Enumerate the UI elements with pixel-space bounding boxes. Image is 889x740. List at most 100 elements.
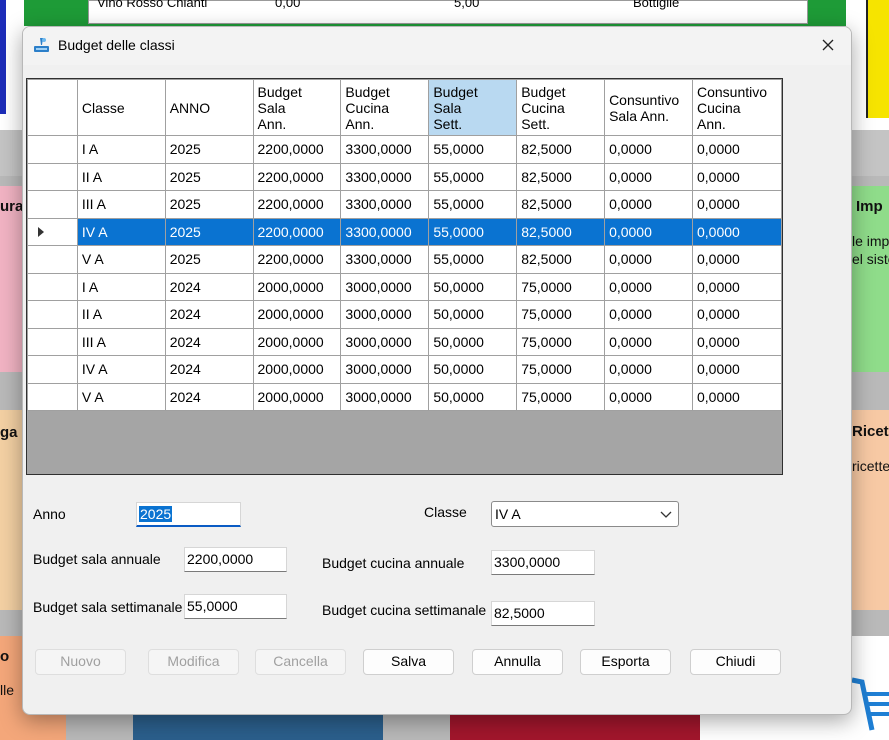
table-cell[interactable]: 0,0000 <box>604 217 693 246</box>
table-row[interactable]: II A 2024 2000,0000 3000,0000 50,0000 75,0000… <box>27 300 782 329</box>
budget-cucina-settimanale-input[interactable]: 82,5000 <box>491 601 595 626</box>
table-cell[interactable]: 3300,0000 <box>340 217 430 246</box>
table-cell[interactable]: 50,0000 <box>428 300 518 329</box>
table-cell[interactable]: 55,0000 <box>428 217 518 246</box>
table-cell[interactable]: 2000,0000 <box>252 382 342 411</box>
table-cell[interactable]: 0,0000 <box>692 245 782 274</box>
budget-sala-annuale-input[interactable]: 2200,0000 <box>184 547 287 572</box>
table-cell[interactable]: 3300,0000 <box>340 162 430 191</box>
row-header[interactable] <box>27 355 78 384</box>
table-cell[interactable]: 2025 <box>164 190 254 219</box>
column-header[interactable]: Budget Sala Ann. <box>252 79 342 136</box>
close-button[interactable] <box>805 27 851 63</box>
budget-grid[interactable]: Classe ANNO Budget Sala Ann. Budget Cucina Ann.… <box>26 78 783 475</box>
table-cell[interactable]: I A <box>76 272 166 301</box>
column-header[interactable]: Budget Cucina Sett. <box>516 79 606 136</box>
table-cell[interactable]: 0,0000 <box>692 327 782 356</box>
esporta-button[interactable]: Esporta <box>580 649 671 675</box>
table-cell[interactable]: 50,0000 <box>428 272 518 301</box>
table-cell[interactable]: 2200,0000 <box>252 217 342 246</box>
table-row[interactable]: V A 2025 2200,0000 3300,0000 55,0000 82,5000 0… <box>27 245 782 274</box>
table-cell[interactable]: III A <box>76 190 166 219</box>
anno-input[interactable]: 2025 <box>136 502 241 527</box>
table-cell[interactable]: II A <box>76 300 166 329</box>
chiudi-button[interactable]: Chiudi <box>690 649 781 675</box>
column-header[interactable]: Consuntivo Sala Ann. <box>604 79 693 136</box>
table-cell[interactable]: 2000,0000 <box>252 355 342 384</box>
table-cell[interactable]: 82,5000 <box>516 190 606 219</box>
column-header[interactable]: ANNO <box>164 79 254 136</box>
table-cell[interactable]: 3300,0000 <box>340 190 430 219</box>
table-cell[interactable]: 2000,0000 <box>252 272 342 301</box>
column-header[interactable]: Budget Sala Sett. <box>428 79 518 136</box>
cancella-button[interactable]: Cancella <box>255 649 346 675</box>
table-row[interactable]: III A 2024 2000,0000 3000,0000 50,0000 75,000… <box>27 327 782 356</box>
table-row[interactable]: II A 2025 2200,0000 3300,0000 55,0000 82,5000… <box>27 162 782 191</box>
row-header[interactable] <box>27 272 78 301</box>
table-cell[interactable]: 55,0000 <box>428 162 518 191</box>
table-cell[interactable]: 3000,0000 <box>340 355 430 384</box>
table-cell[interactable]: 0,0000 <box>692 300 782 329</box>
table-row[interactable]: I A 2024 2000,0000 3000,0000 50,0000 75,0000 0… <box>27 272 782 301</box>
table-cell[interactable]: 0,0000 <box>692 217 782 246</box>
table-cell[interactable]: 0,0000 <box>604 355 693 384</box>
budget-cucina-annuale-input[interactable]: 3300,0000 <box>491 550 595 575</box>
row-header[interactable] <box>27 162 78 191</box>
table-row[interactable]: III A 2025 2200,0000 3300,0000 55,0000 82,500… <box>27 190 782 219</box>
table-cell[interactable]: 2200,0000 <box>252 245 342 274</box>
table-cell[interactable]: 0,0000 <box>604 327 693 356</box>
table-cell[interactable]: 3300,0000 <box>340 135 430 164</box>
budget-sala-settimanale-input[interactable]: 55,0000 <box>184 594 287 619</box>
table-cell[interactable]: 82,5000 <box>516 245 606 274</box>
classe-select[interactable]: IV A <box>491 501 679 527</box>
table-cell[interactable]: 55,0000 <box>428 245 518 274</box>
background-card[interactable] <box>852 410 889 610</box>
table-cell[interactable]: V A <box>76 245 166 274</box>
table-cell[interactable]: 2025 <box>164 217 254 246</box>
table-cell[interactable]: 3300,0000 <box>340 245 430 274</box>
table-cell[interactable]: 0,0000 <box>604 190 693 219</box>
table-cell[interactable]: 2025 <box>164 135 254 164</box>
column-header[interactable]: Budget Cucina Ann. <box>340 79 430 136</box>
column-header[interactable]: Consuntivo Cucina Ann. <box>692 79 782 136</box>
table-cell[interactable]: 2024 <box>164 272 254 301</box>
table-cell[interactable]: 2025 <box>164 245 254 274</box>
nuovo-button[interactable]: Nuovo <box>35 649 126 675</box>
table-cell[interactable]: 3000,0000 <box>340 382 430 411</box>
table-cell[interactable]: I A <box>76 135 166 164</box>
row-header[interactable] <box>27 135 78 164</box>
table-cell[interactable]: 0,0000 <box>692 272 782 301</box>
annulla-button[interactable]: Annulla <box>472 649 563 675</box>
table-cell[interactable]: 0,0000 <box>604 162 693 191</box>
table-cell[interactable]: 55,0000 <box>428 190 518 219</box>
modifica-button[interactable]: Modifica <box>148 649 239 675</box>
row-header[interactable] <box>27 382 78 411</box>
table-cell[interactable]: 0,0000 <box>692 135 782 164</box>
row-header[interactable] <box>27 245 78 274</box>
table-cell[interactable]: 55,0000 <box>428 135 518 164</box>
table-cell[interactable]: 2025 <box>164 162 254 191</box>
table-cell[interactable]: 82,5000 <box>516 217 606 246</box>
column-header[interactable]: Classe <box>76 79 166 136</box>
table-row[interactable]: IV A 2025 2200,0000 3300,0000 55,0000 82,5000… <box>27 217 782 246</box>
table-cell[interactable]: 0,0000 <box>604 245 693 274</box>
table-cell[interactable]: 50,0000 <box>428 355 518 384</box>
table-cell[interactable]: 82,5000 <box>516 135 606 164</box>
table-cell[interactable]: 2000,0000 <box>252 300 342 329</box>
table-cell[interactable]: 50,0000 <box>428 327 518 356</box>
table-cell[interactable]: 0,0000 <box>692 162 782 191</box>
table-cell[interactable]: 0,0000 <box>692 382 782 411</box>
table-cell[interactable]: 82,5000 <box>516 162 606 191</box>
table-row[interactable]: V A 2024 2000,0000 3000,0000 50,0000 75,0000 0… <box>27 382 782 411</box>
table-cell[interactable]: 0,0000 <box>692 190 782 219</box>
table-cell[interactable]: 2200,0000 <box>252 190 342 219</box>
table-cell[interactable]: 2024 <box>164 327 254 356</box>
table-cell[interactable]: IV A <box>76 217 166 246</box>
table-cell[interactable]: 75,0000 <box>516 355 606 384</box>
table-cell[interactable]: IV A <box>76 355 166 384</box>
table-cell[interactable]: 75,0000 <box>516 382 606 411</box>
table-cell[interactable]: 2024 <box>164 382 254 411</box>
title-bar[interactable]: Budget delle classi <box>23 27 851 65</box>
table-cell[interactable]: 2000,0000 <box>252 327 342 356</box>
table-cell[interactable]: 75,0000 <box>516 327 606 356</box>
